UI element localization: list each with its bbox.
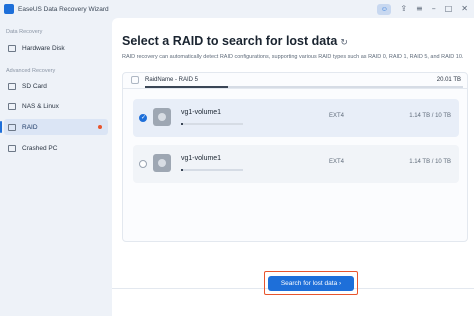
refresh-icon[interactable]: ↻ (340, 38, 348, 48)
page-title-text: Select a RAID to search for lost data (122, 34, 338, 48)
sidebar-item-label: SD Card (22, 82, 47, 90)
raid-group: RaidName - RAID 5 20.01 TB vg1-volume1 E… (122, 72, 468, 242)
sidebar-item-hardware-disk[interactable]: Hardware Disk (4, 40, 108, 56)
volume-disk-icon (153, 154, 171, 172)
menu-icon[interactable]: ≡ (416, 5, 423, 13)
sidebar-item-label: Hardware Disk (22, 44, 65, 52)
maximize-icon[interactable]: □ (445, 5, 453, 13)
raid-usage-bar (145, 86, 463, 88)
sidebar-item-raid[interactable]: RAID (0, 119, 108, 135)
volume-usage-bar (181, 123, 243, 125)
volume-name: vg1-volume1 (181, 155, 222, 162)
app-title: EaseUS Data Recovery Wizard (18, 5, 109, 13)
notification-dot (98, 125, 102, 129)
page-title: Select a RAID to search for lost data ↻ (122, 34, 348, 48)
search-for-lost-data-button[interactable]: Search for lost data › (268, 276, 354, 291)
window-toolbar: ☺ ⇪ ≡ – □ ✕ (112, 0, 474, 18)
volume-disk-icon (153, 108, 171, 126)
title-bar: EaseUS Data Recovery Wizard (0, 0, 112, 18)
volume-name: vg1-volume1 (181, 109, 222, 116)
avatar-icon[interactable]: ☺ (377, 3, 392, 15)
sidebar-item-nas-linux[interactable]: NAS & Linux (4, 98, 108, 114)
section-label-data-recovery: Data Recovery (6, 29, 43, 35)
sidebar-item-label: Crashed PC (22, 144, 58, 152)
minimize-icon[interactable]: – (432, 5, 436, 13)
sidebar-item-sd-card[interactable]: SD Card (4, 78, 108, 94)
section-label-advanced-recovery: Advanced Recovery (6, 68, 56, 74)
raid-size: 20.01 TB (436, 77, 461, 83)
raid-icon (8, 123, 16, 131)
sidebar-item-crashed-pc[interactable]: Crashed PC (4, 140, 108, 156)
volume-capacity: 1.14 TB / 10 TB (409, 159, 451, 165)
sidebar: EaseUS Data Recovery Wizard Data Recover… (0, 0, 112, 316)
volume-row[interactable]: vg1-volume1 EXT4 1.14 TB / 10 TB (133, 145, 459, 183)
volume-radio[interactable] (139, 160, 147, 168)
nas-icon (8, 102, 16, 110)
crashed-pc-icon (8, 144, 16, 152)
close-icon[interactable]: ✕ (461, 5, 468, 13)
raid-name: RaidName - RAID 5 (145, 77, 199, 83)
sd-card-icon (8, 82, 16, 90)
upgrade-icon[interactable]: ⇪ (400, 5, 407, 13)
volume-usage-fill (181, 169, 183, 171)
collapse-icon[interactable] (131, 76, 139, 84)
sidebar-item-label: RAID (22, 123, 38, 131)
raid-header-row[interactable]: RaidName - RAID 5 20.01 TB (123, 73, 467, 89)
sidebar-item-label: NAS & Linux (22, 102, 59, 110)
volume-usage-bar (181, 169, 243, 171)
volume-radio[interactable] (139, 114, 147, 122)
volume-filesystem: EXT4 (329, 113, 345, 119)
hard-disk-icon (8, 44, 16, 52)
page-description: RAID recovery can automatically detect R… (122, 54, 464, 60)
volume-row[interactable]: vg1-volume1 EXT4 1.14 TB / 10 TB (133, 99, 459, 137)
volume-usage-fill (181, 123, 183, 125)
app-logo-icon (4, 4, 14, 14)
volume-capacity: 1.14 TB / 10 TB (409, 113, 451, 119)
volume-filesystem: EXT4 (329, 159, 345, 165)
raid-usage-fill (145, 86, 228, 88)
